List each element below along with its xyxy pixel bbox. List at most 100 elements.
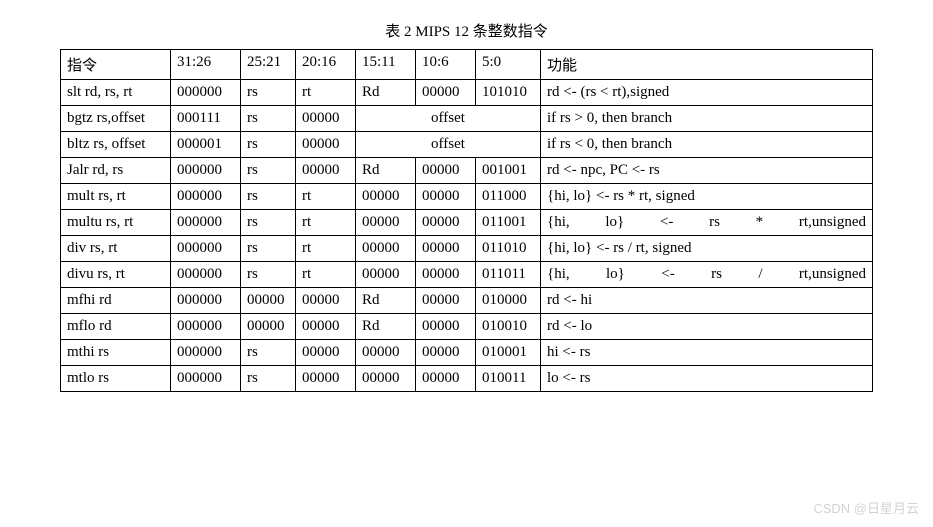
table-cell: 000000 [171,80,241,106]
table-cell: mflo rd [61,314,171,340]
table-cell: rt [296,262,356,288]
table-cell: offset [356,132,541,158]
table-header-cell: 指令 [61,50,171,80]
table-row: bltz rs, offset000001rs00000offsetif rs … [61,132,873,158]
table-cell: rd <- lo [541,314,873,340]
table-cell: 00000 [296,132,356,158]
table-cell: 00000 [356,236,416,262]
table-header-row: 指令31:2625:2120:1615:1110:65:0功能 [61,50,873,80]
table-cell: rs [241,262,296,288]
table-row: multu rs, rt000000rsrt0000000000011001{h… [61,210,873,236]
table-cell: 000111 [171,106,241,132]
table-cell: 00000 [241,288,296,314]
table-header-cell: 5:0 [476,50,541,80]
table-cell: Rd [356,288,416,314]
table-cell: multu rs, rt [61,210,171,236]
table-cell: rt [296,80,356,106]
table-cell: 00000 [296,340,356,366]
table-cell: Rd [356,158,416,184]
table-cell: 00000 [416,262,476,288]
table-cell: 00000 [356,210,416,236]
table-header-cell: 31:26 [171,50,241,80]
table-cell: bltz rs, offset [61,132,171,158]
table-cell: {hi, lo} <- rs / rt,unsigned [541,262,873,288]
table-row: bgtz rs,offset000111rs00000offsetif rs >… [61,106,873,132]
table-cell: 00000 [296,106,356,132]
table-cell: 001001 [476,158,541,184]
table-cell: rt [296,236,356,262]
table-cell: 00000 [356,184,416,210]
table-cell: 011001 [476,210,541,236]
table-cell: 011000 [476,184,541,210]
table-cell: rs [241,340,296,366]
table-cell: {hi, lo} <- rs / rt, signed [541,236,873,262]
watermark: CSDN @日星月云 [813,498,919,517]
table-cell: 101010 [476,80,541,106]
table-cell: 011010 [476,236,541,262]
table-cell: 00000 [416,288,476,314]
table-cell: rs [241,236,296,262]
table-cell: rs [241,80,296,106]
table-row: divu rs, rt000000rsrt0000000000011011{hi… [61,262,873,288]
table-cell: 010011 [476,366,541,392]
table-cell: rs [241,366,296,392]
table-cell: 000000 [171,184,241,210]
table-row: mflo rd0000000000000000Rd00000010010rd <… [61,314,873,340]
table-cell: 000000 [171,262,241,288]
table-cell: mthi rs [61,340,171,366]
table-cell: rs [241,106,296,132]
table-cell: mult rs, rt [61,184,171,210]
table-cell: offset [356,106,541,132]
table-header-cell: 功能 [541,50,873,80]
table-cell: rt [296,184,356,210]
table-row: mfhi rd0000000000000000Rd00000010000rd <… [61,288,873,314]
table-cell: 000000 [171,236,241,262]
table-header-cell: 15:11 [356,50,416,80]
table-cell: 00000 [416,366,476,392]
table-header-cell: 20:16 [296,50,356,80]
table-cell: rd <- hi [541,288,873,314]
table-cell: 011011 [476,262,541,288]
table-cell: {hi, lo} <- rs * rt, signed [541,184,873,210]
table-cell: {hi, lo} <- rs * rt,unsigned [541,210,873,236]
table-cell: rd <- npc, PC <- rs [541,158,873,184]
table-cell: 00000 [296,366,356,392]
table-row: div rs, rt000000rsrt0000000000011010{hi,… [61,236,873,262]
table-cell: rd <- (rs < rt),signed [541,80,873,106]
table-caption: 表 2 MIPS 12 条整数指令 [60,20,873,41]
table-cell: 00000 [356,366,416,392]
table-cell: 000000 [171,288,241,314]
table-cell: Jalr rd, rs [61,158,171,184]
table-header-cell: 10:6 [416,50,476,80]
table-cell: 00000 [416,158,476,184]
table-cell: slt rd, rs, rt [61,80,171,106]
table-cell: lo <- rs [541,366,873,392]
table-cell: mtlo rs [61,366,171,392]
table-row: mtlo rs000000rs000000000000000010011lo <… [61,366,873,392]
table-cell: Rd [356,80,416,106]
table-cell: divu rs, rt [61,262,171,288]
table-cell: Rd [356,314,416,340]
table-cell: 00000 [356,262,416,288]
table-cell: rs [241,158,296,184]
table-cell: rs [241,184,296,210]
mips-instruction-table: 指令31:2625:2120:1615:1110:65:0功能slt rd, r… [60,49,873,392]
table-cell: rt [296,210,356,236]
table-cell: 00000 [416,184,476,210]
table-cell: 00000 [296,314,356,340]
table-row: mthi rs000000rs000000000000000010001hi <… [61,340,873,366]
table-cell: 00000 [416,210,476,236]
table-cell: div rs, rt [61,236,171,262]
table-cell: 010001 [476,340,541,366]
table-cell: 000000 [171,210,241,236]
table-cell: mfhi rd [61,288,171,314]
table-cell: 00000 [241,314,296,340]
table-cell: if rs < 0, then branch [541,132,873,158]
table-row: Jalr rd, rs000000rs00000Rd00000001001rd … [61,158,873,184]
table-row: slt rd, rs, rt000000rsrtRd00000101010rd … [61,80,873,106]
table-cell: 000000 [171,314,241,340]
table-cell: rs [241,210,296,236]
table-cell: 010010 [476,314,541,340]
table-cell: if rs > 0, then branch [541,106,873,132]
table-cell: 00000 [416,80,476,106]
